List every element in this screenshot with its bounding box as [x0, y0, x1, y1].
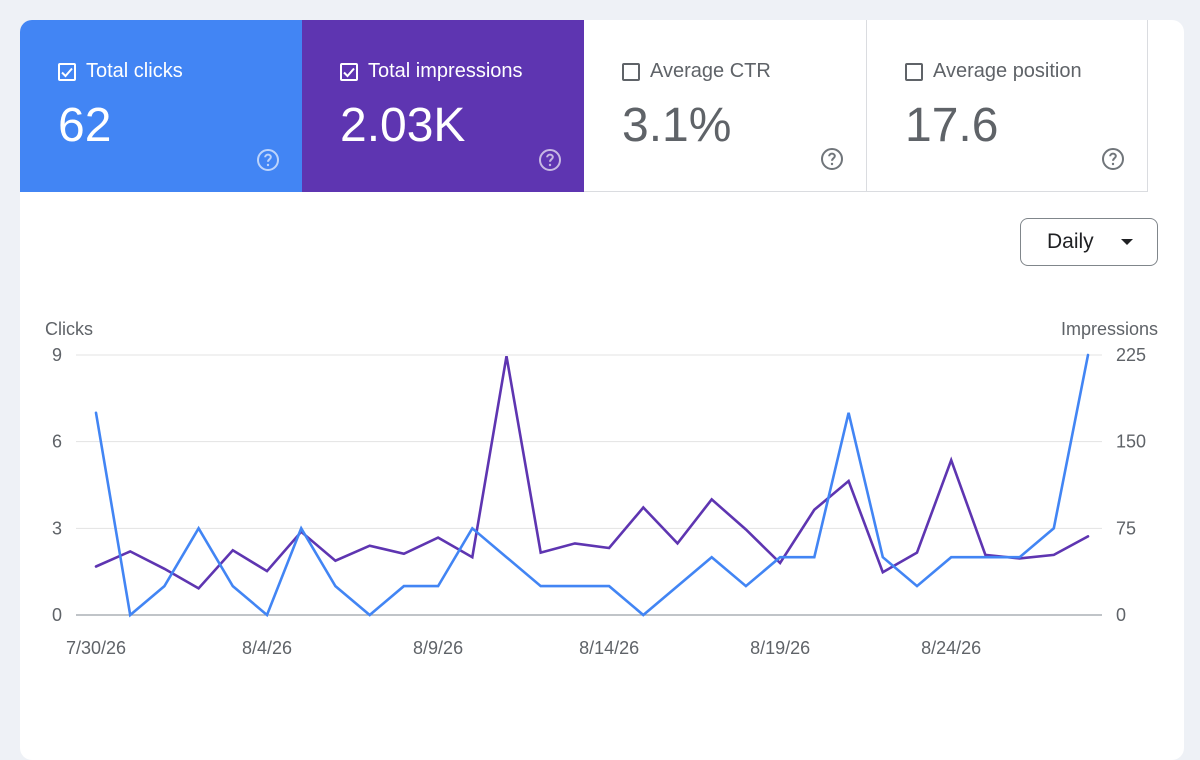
y-right-tick-label: 0: [1116, 605, 1126, 625]
x-tick-label: 8/4/26: [242, 638, 292, 658]
y-right-axis-title: Impressions: [1061, 319, 1158, 339]
series-line-total-impressions: [96, 356, 1088, 588]
performance-card: Total clicks 62 Total impressions 2.03K: [20, 20, 1184, 760]
performance-chart: 0 3 6 9 0 75 150 225 Clicks Impressions 7/30/26 8/4…: [20, 20, 1184, 720]
x-tick-label: 8/14/26: [579, 638, 639, 658]
y-left-tick-label: 9: [52, 345, 62, 365]
y-left-tick-label: 6: [52, 432, 62, 452]
y-left-tick-label: 0: [52, 605, 62, 625]
y-right-tick-label: 75: [1116, 518, 1136, 538]
x-tick-label: 7/30/26: [66, 638, 126, 658]
y-right-tick-label: 225: [1116, 345, 1146, 365]
y-right-tick-label: 150: [1116, 432, 1146, 452]
y-left-axis-title: Clicks: [45, 319, 93, 339]
series-line-total-clicks: [96, 355, 1088, 615]
x-tick-label: 8/9/26: [413, 638, 463, 658]
y-left-tick-label: 3: [52, 518, 62, 538]
x-tick-label: 8/24/26: [921, 638, 981, 658]
x-tick-label: 8/19/26: [750, 638, 810, 658]
